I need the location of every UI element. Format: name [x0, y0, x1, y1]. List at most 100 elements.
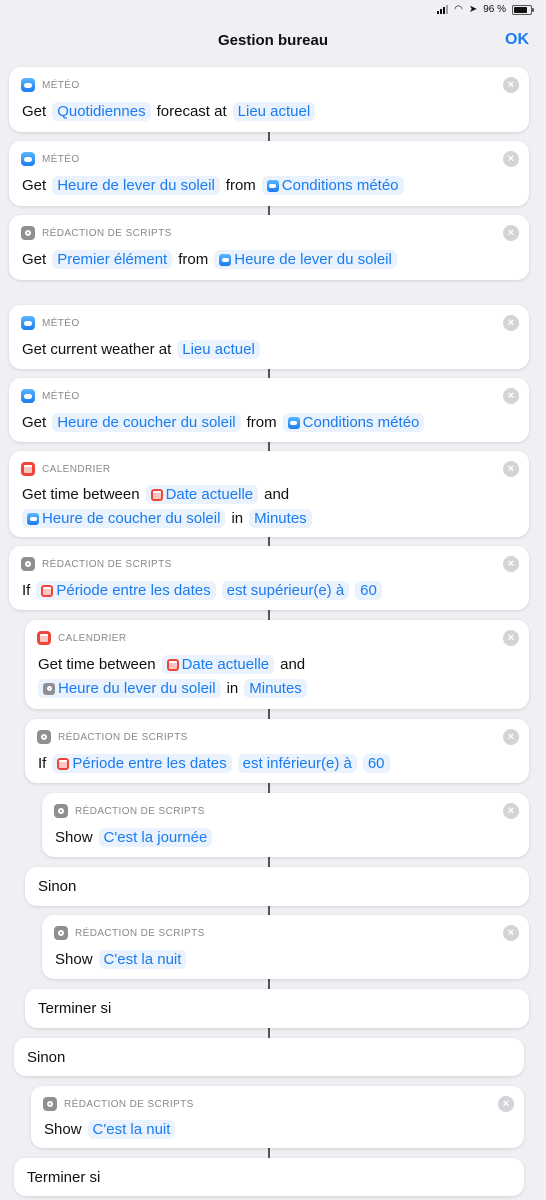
- variable-token[interactable]: Période entre les dates: [36, 581, 216, 600]
- close-icon[interactable]: ×: [503, 388, 519, 404]
- unit-token[interactable]: Minutes: [244, 679, 307, 698]
- action-text: Get time between: [22, 486, 140, 503]
- close-icon[interactable]: ×: [503, 729, 519, 745]
- gear-icon: [37, 730, 51, 744]
- text-token[interactable]: C'est la journée: [98, 828, 213, 847]
- gear-icon: [43, 1097, 57, 1111]
- weather-icon: [219, 253, 232, 266]
- category-label: MÉTÉO: [42, 317, 80, 329]
- text-token[interactable]: C'est la nuit: [98, 950, 187, 969]
- action-card-sunset[interactable]: MÉTÉO × Get Heure de coucher du soleil f…: [9, 378, 529, 442]
- otherwise-card-outer[interactable]: Sinon: [14, 1038, 524, 1076]
- close-icon[interactable]: ×: [503, 925, 519, 941]
- calendar-icon: [21, 462, 35, 476]
- action-card-current-weather[interactable]: MÉTÉO × Get current weather at Lieu actu…: [9, 305, 529, 369]
- weather-icon: [21, 389, 35, 403]
- action-card-sunrise[interactable]: MÉTÉO × Get Heure de lever du soleil fro…: [9, 141, 529, 206]
- action-text: If: [22, 582, 31, 599]
- variable-token[interactable]: Conditions météo: [261, 176, 404, 195]
- location-token[interactable]: Lieu actuel: [232, 102, 316, 121]
- action-text: Terminer si: [38, 1000, 112, 1017]
- battery-icon: [512, 4, 534, 15]
- unit-token[interactable]: Minutes: [249, 509, 312, 528]
- show-card-night-outer[interactable]: RÉDACTION DE SCRIPTS × Show C'est la nui…: [31, 1086, 524, 1148]
- item-token[interactable]: Premier élément: [52, 250, 173, 269]
- category-label: CALENDRIER: [58, 632, 127, 644]
- action-text: Get: [22, 103, 47, 120]
- end-if-card-inner[interactable]: Terminer si: [25, 989, 529, 1028]
- action-text: Get time between: [38, 656, 156, 673]
- text-token[interactable]: C'est la nuit: [87, 1120, 176, 1139]
- action-card-time-between-2[interactable]: CALENDRIER × Get time between Date actue…: [25, 620, 529, 709]
- connector: [268, 783, 270, 793]
- gear-icon: [54, 804, 68, 818]
- show-card-day[interactable]: RÉDACTION DE SCRIPTS × Show C'est la jou…: [42, 793, 529, 857]
- variable-token[interactable]: Conditions météo: [282, 413, 425, 432]
- condition-token[interactable]: est supérieur(e) à: [221, 581, 350, 600]
- gear-icon: [21, 557, 35, 571]
- close-icon[interactable]: ×: [503, 151, 519, 167]
- category-label: CALENDRIER: [42, 463, 111, 475]
- date-token[interactable]: Date actuelle: [145, 485, 259, 504]
- value-token[interactable]: 60: [355, 581, 382, 600]
- variable-token[interactable]: Heure de lever du soleil: [214, 250, 397, 269]
- close-icon[interactable]: ×: [503, 461, 519, 477]
- forecast-type-token[interactable]: Quotidiennes: [52, 102, 151, 121]
- connector: [268, 1148, 270, 1158]
- category-label: RÉDACTION DE SCRIPTS: [42, 558, 172, 570]
- location-token[interactable]: Lieu actuel: [177, 340, 260, 359]
- close-icon[interactable]: ×: [503, 630, 519, 646]
- action-text: from: [225, 177, 256, 194]
- action-card-first-item[interactable]: RÉDACTION DE SCRIPTS × Get Premier éléme…: [9, 215, 529, 280]
- gear-icon: [43, 682, 55, 695]
- show-card-night[interactable]: RÉDACTION DE SCRIPTS × Show C'est la nui…: [42, 915, 529, 979]
- end-if-card-outer[interactable]: Terminer si: [14, 1158, 524, 1196]
- property-token[interactable]: Heure de coucher du soleil: [52, 413, 241, 432]
- close-icon[interactable]: ×: [503, 77, 519, 93]
- action-card-time-between[interactable]: CALENDRIER × Get time between Date actue…: [9, 451, 529, 537]
- action-text: Get: [22, 177, 47, 194]
- action-text: Terminer si: [27, 1168, 101, 1186]
- category-label: RÉDACTION DE SCRIPTS: [58, 731, 188, 743]
- action-text: Sinon: [38, 878, 77, 895]
- action-text: in: [226, 680, 239, 697]
- connector: [268, 857, 270, 867]
- category-label: RÉDACTION DE SCRIPTS: [42, 227, 172, 239]
- condition-token[interactable]: est inférieur(e) à: [237, 754, 357, 773]
- close-icon[interactable]: ×: [503, 803, 519, 819]
- if-card-outer[interactable]: RÉDACTION DE SCRIPTS × If Période entre …: [9, 546, 529, 610]
- otherwise-card-inner[interactable]: Sinon: [25, 867, 529, 906]
- property-token[interactable]: Heure de lever du soleil: [52, 176, 220, 195]
- connector: [268, 610, 270, 620]
- action-text: Get current weather at: [22, 341, 172, 358]
- calendar-icon: [150, 488, 163, 501]
- close-icon[interactable]: ×: [498, 1096, 514, 1112]
- battery-percent: 96 %: [483, 4, 506, 15]
- value-token[interactable]: 60: [362, 754, 390, 773]
- category-label: MÉTÉO: [42, 79, 80, 91]
- close-icon[interactable]: ×: [503, 556, 519, 572]
- action-text: Show: [44, 1121, 82, 1138]
- calendar-icon: [57, 757, 70, 770]
- date-token[interactable]: Date actuelle: [161, 655, 275, 674]
- close-icon[interactable]: ×: [503, 315, 519, 331]
- weather-icon: [266, 179, 279, 192]
- action-text: in: [231, 510, 244, 527]
- wifi-icon: ◠: [454, 4, 463, 15]
- action-card-forecast[interactable]: MÉTÉO × Get Quotidiennes forecast at Lie…: [9, 67, 529, 132]
- ok-button[interactable]: OK: [505, 31, 529, 49]
- action-text: forecast at: [156, 103, 227, 120]
- action-text: Show: [55, 829, 93, 846]
- category-label: MÉTÉO: [42, 153, 80, 165]
- signal-icon: [437, 5, 449, 14]
- action-text: If: [38, 755, 47, 772]
- connector: [268, 1028, 270, 1038]
- weather-icon: [21, 152, 35, 166]
- action-text: and: [280, 656, 306, 673]
- close-icon[interactable]: ×: [503, 225, 519, 241]
- variable-token[interactable]: Heure du lever du soleil: [38, 679, 221, 698]
- variable-token[interactable]: Période entre les dates: [52, 754, 232, 773]
- if-card-inner[interactable]: RÉDACTION DE SCRIPTS × If Période entre …: [25, 719, 529, 783]
- calendar-icon: [37, 631, 51, 645]
- variable-token[interactable]: Heure de coucher du soleil: [22, 509, 226, 528]
